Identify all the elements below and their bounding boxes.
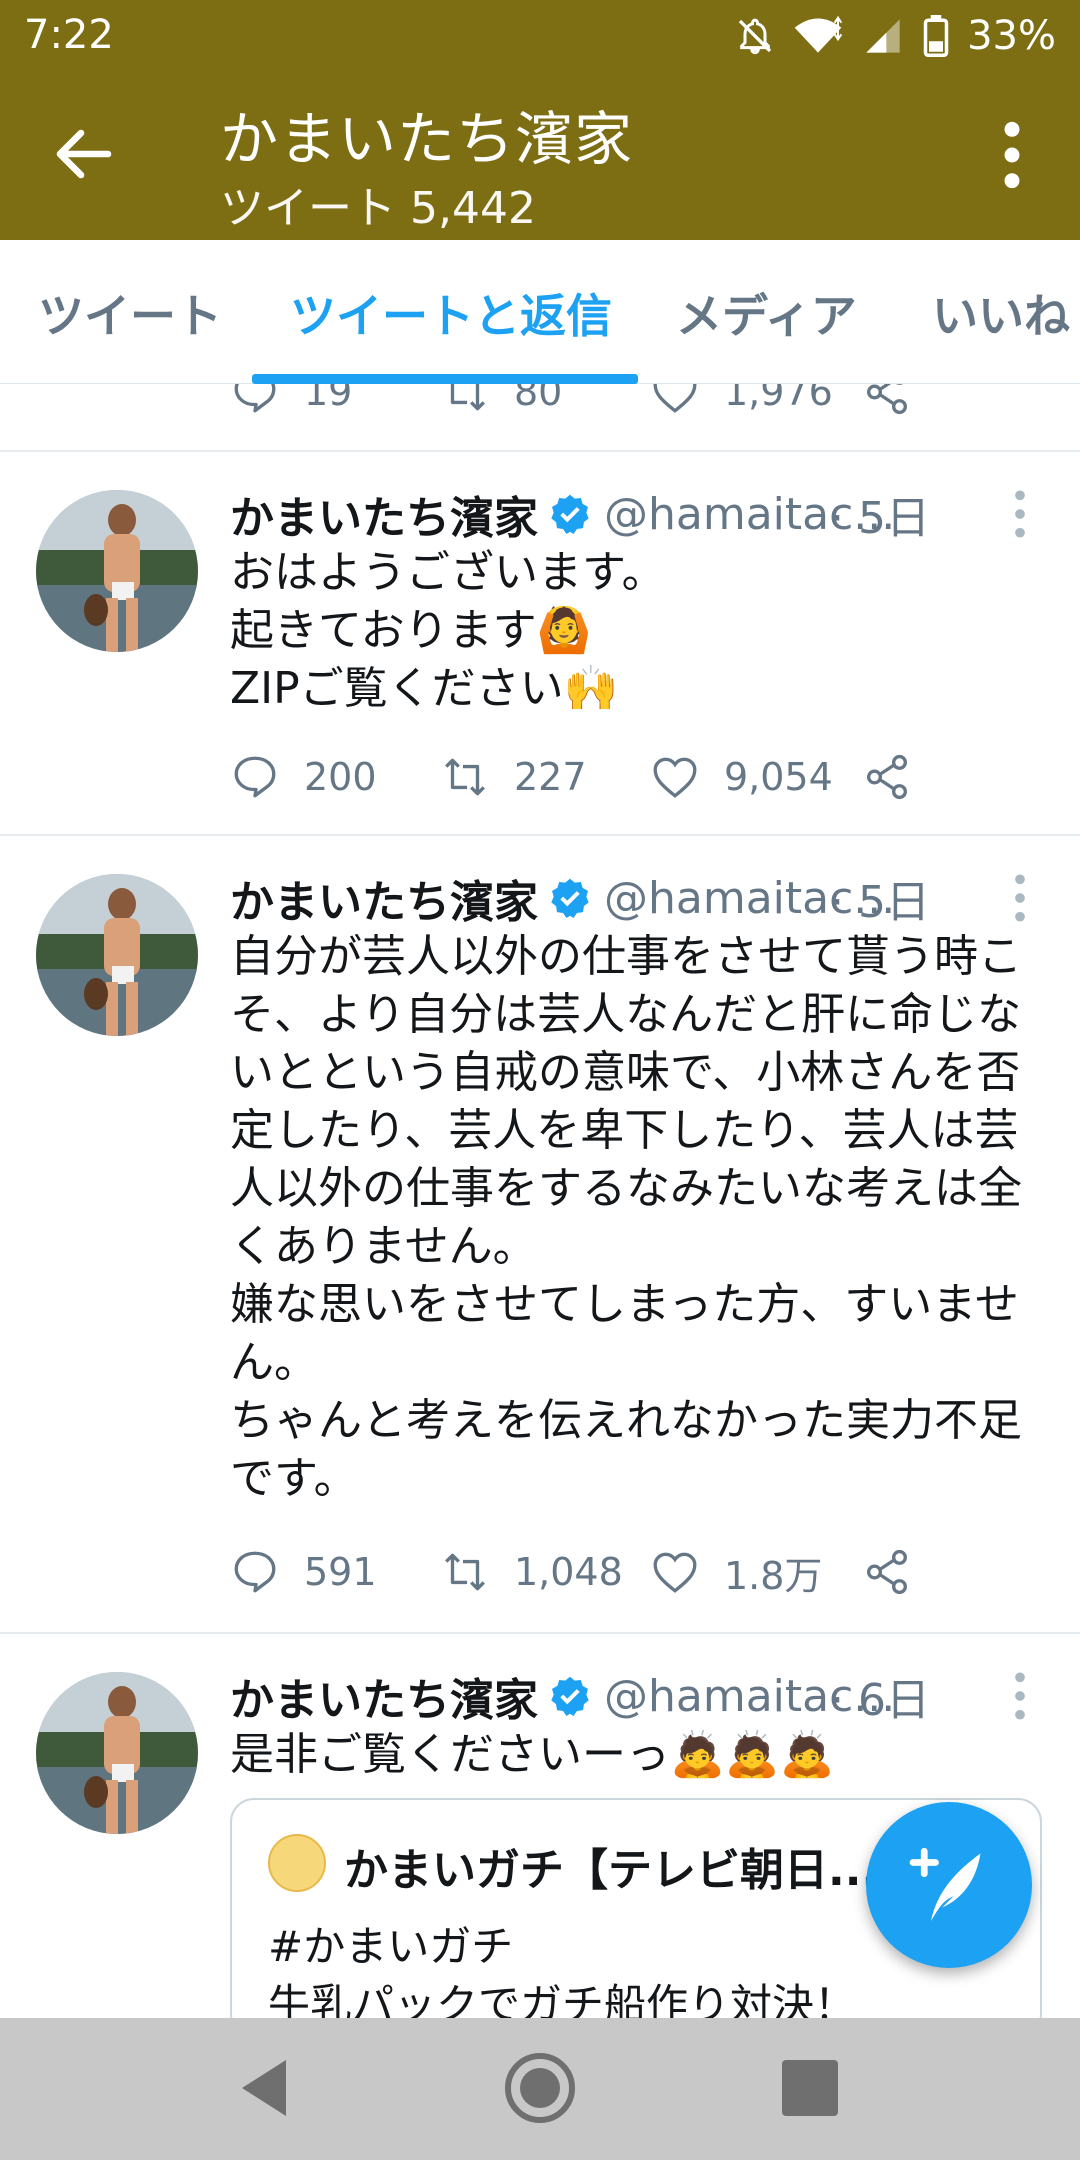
reply-button[interactable]: 19 [230, 384, 352, 422]
reply-icon [234, 1551, 276, 1593]
tweet-time: · 5日 [830, 493, 930, 544]
tweet-count: ツイート 5,442 [220, 183, 536, 234]
quoted-avatar [268, 1834, 326, 1892]
author-name[interactable]: かまいたち濱家 [230, 1664, 538, 1728]
tweet-text: おはようございます。 起きております🙆 ZIPご覧ください🙌 [230, 547, 666, 714]
divider [0, 834, 1080, 836]
avatar-image [36, 490, 198, 652]
heart-icon [653, 384, 697, 413]
avatar[interactable] [36, 490, 198, 652]
divider [0, 450, 1080, 452]
share-button[interactable] [862, 747, 936, 807]
tweet-feed[interactable]: 19 80 1,976 かまいたち濱家 @hamaitac... · 5日 おは… [0, 384, 1080, 2018]
bell-off-icon [738, 18, 772, 55]
reply-button[interactable]: 591 [230, 1542, 377, 1602]
active-tab-indicator [252, 374, 638, 384]
signal-icon [866, 19, 900, 53]
avatar[interactable] [36, 1672, 198, 1834]
share-icon [867, 1549, 907, 1595]
compose-tweet-icon [909, 1847, 981, 1921]
wifi-icon [794, 16, 843, 53]
tweet-time: · 5日 [830, 877, 930, 928]
quoted-author-name: かまいガチ【テレビ朝日... [344, 1845, 879, 1896]
tweet-more-icon[interactable] [1005, 1668, 1035, 1724]
tab-tweets[interactable]: ツイート [38, 280, 222, 346]
avatar-image [36, 874, 198, 1036]
verified-badge-icon [551, 494, 589, 534]
retweet-button[interactable]: 1,048 [440, 1542, 623, 1602]
share-button[interactable] [862, 1542, 936, 1602]
author-name[interactable]: かまいたち濱家 [230, 482, 538, 546]
back-triangle-icon[interactable] [226, 2048, 306, 2128]
reply-count: 591 [304, 1550, 377, 1594]
status-icons: 33% [735, 10, 1056, 62]
tweet-time: · 6日 [830, 1675, 930, 1726]
like-count: 1,976 [724, 384, 833, 414]
like-count: 9,054 [724, 755, 833, 799]
compose-tweet-button[interactable] [866, 1802, 1032, 1968]
retweet-count: 80 [514, 384, 563, 414]
tweet-header: かまいたち濱家 @hamaitac... · 6日 [230, 1664, 1050, 1728]
tweet-text: 是非ご覧くださいーっ🙇🙇🙇 [230, 1729, 835, 1780]
like-button[interactable]: 9,054 [650, 747, 833, 807]
retweet-count: 227 [514, 755, 587, 799]
share-icon [867, 754, 907, 800]
tweet-more-icon[interactable] [1005, 870, 1035, 926]
reply-icon [234, 756, 276, 798]
like-button[interactable]: 1,976 [650, 384, 833, 422]
reply-button[interactable]: 200 [230, 747, 377, 807]
verified-badge-icon [551, 1676, 589, 1716]
recents-square-icon[interactable] [770, 2048, 850, 2128]
home-circle-icon[interactable] [500, 2048, 580, 2128]
retweet-button[interactable]: 80 [440, 384, 562, 422]
page-title: かまいたち濱家 [220, 105, 634, 173]
app-header: 7:22 33% かまいたち濱家 ツイート 5,442 [0, 0, 1080, 240]
reply-icon [234, 384, 276, 413]
status-bar: 7:22 33% [0, 0, 1080, 72]
like-count: 1.8万 [724, 1553, 823, 1598]
battery-percent: 33% [967, 13, 1056, 59]
profile-tabs: ツイート ツイートと返信 メディア いいね [0, 240, 1080, 384]
reply-count: 200 [304, 755, 377, 799]
tab-tweets-and-replies[interactable]: ツイートと返信 [290, 280, 612, 346]
arrow-left-icon[interactable] [48, 118, 120, 190]
status-time: 7:22 [24, 12, 114, 58]
tweet-more-icon[interactable] [1005, 486, 1035, 542]
quoted-tweet-text: #かまいガチ 牛乳パックでガチ船作り対決！ [268, 1922, 857, 2018]
overflow-menu-icon[interactable] [992, 120, 1032, 190]
share-icon [867, 384, 907, 415]
tab-likes[interactable]: いいね [932, 280, 1070, 346]
reply-count: 19 [304, 384, 353, 414]
verified-badge-icon [551, 878, 589, 918]
like-button[interactable]: 1.8万 [650, 1542, 822, 1602]
divider [0, 1632, 1080, 1634]
retweet-button[interactable]: 227 [440, 747, 587, 807]
retweet-icon [445, 1553, 485, 1591]
tab-media[interactable]: メディア [676, 280, 857, 346]
tweet-header: かまいたち濱家 @hamaitac... · 5日 [230, 866, 1050, 930]
retweet-icon [445, 758, 485, 796]
heart-icon [653, 757, 697, 798]
tweet-actions: 591 1,048 1.8万 [230, 1542, 1050, 1602]
author-name[interactable]: かまいたち濱家 [230, 866, 538, 930]
heart-icon [653, 1552, 697, 1593]
avatar[interactable] [36, 874, 198, 1036]
tweet-actions: 200 227 9,054 [230, 747, 1050, 807]
retweet-icon [450, 384, 485, 411]
retweet-count: 1,048 [514, 1550, 623, 1594]
tweet-text: 自分が芸人以外の仕事をさせて貰う時こそ、より自分は芸人なんだと肝に命じないととい… [230, 931, 1022, 1504]
system-nav-bar [0, 2018, 1080, 2160]
tweet-header: かまいたち濱家 @hamaitac... · 5日 [230, 482, 1050, 546]
battery-icon [923, 15, 949, 57]
share-button[interactable] [862, 384, 936, 422]
avatar-image [36, 1672, 198, 1834]
partial-tweet-actions: 19 80 1,976 [230, 384, 1050, 422]
